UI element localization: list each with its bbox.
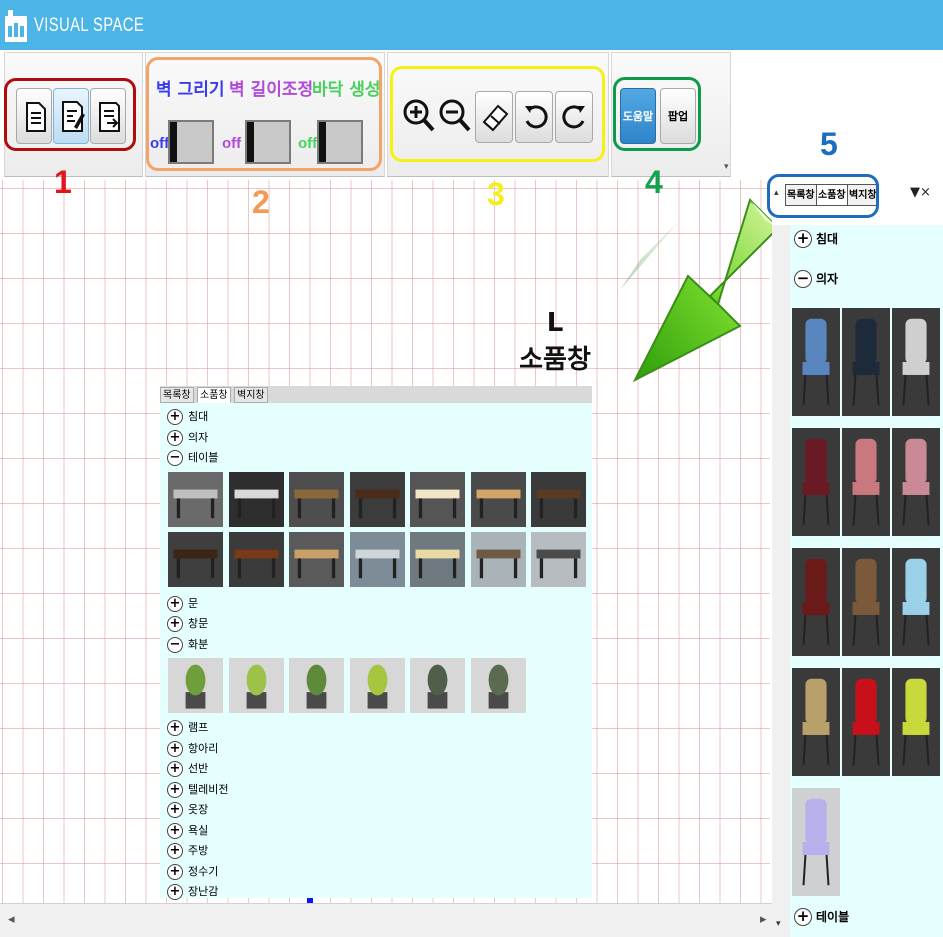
callout-letter: L — [546, 308, 564, 338]
category-label: 항아리 — [188, 741, 219, 755]
expand-icon[interactable]: + — [167, 720, 183, 736]
category-label: 램프 — [188, 721, 209, 734]
side-category-label: 테이블 — [816, 910, 850, 924]
expand-icon[interactable]: + — [167, 863, 183, 880]
app-title: VISUAL SPACE — [34, 15, 145, 36]
category-label: 욕실 — [188, 823, 209, 837]
tab-props[interactable]: 소품창 — [197, 387, 231, 403]
annotation-3: 3 — [487, 176, 505, 212]
pink-armchair-thumb[interactable] — [842, 428, 890, 536]
wood-folding-chair-thumb[interactable] — [792, 668, 840, 776]
chair-dining-set-thumb[interactable] — [531, 531, 586, 587]
app-logo-icon — [5, 10, 27, 42]
category-label: 장난감 — [188, 885, 219, 898]
title-bar: VISUAL SPACE — [0, 0, 943, 50]
tall-shrub-thumb[interactable] — [470, 658, 526, 713]
wood-desk-thumb[interactable] — [470, 471, 526, 527]
collapse-icon[interactable]: − — [794, 270, 812, 288]
expand-icon[interactable]: + — [167, 802, 183, 818]
side-category-label: 의자 — [816, 272, 839, 286]
red-office-chair-thumb[interactable] — [792, 428, 840, 536]
grass-vase-thumb[interactable] — [349, 658, 405, 713]
category-label: 침대 — [188, 410, 209, 423]
category-label: 테이블 — [188, 451, 219, 464]
blue-wing-chair-thumb[interactable] — [892, 548, 940, 656]
black-cube-table-thumb[interactable] — [228, 471, 284, 527]
scroll-left-icon[interactable]: ◂ — [8, 912, 15, 927]
props-side-panel: ▴ 목록창 소품창 벽지창 ▼× ▾ + 침대 − 의자 + 테이블 — [767, 174, 943, 937]
black-office-chair-thumb[interactable] — [842, 308, 890, 416]
side-scroll-down-icon[interactable]: ▾ — [776, 919, 781, 929]
ribbon-toolbar: 벽 그리기 벽 길이조정 바닥 생성 off off off 도움말 팝업 ▾ — [0, 50, 943, 180]
bench-dining-set-thumb[interactable] — [470, 531, 526, 587]
category-label: 옷장 — [188, 803, 209, 816]
brown-wood-chair-thumb[interactable] — [842, 548, 890, 656]
light-wood-table-thumb[interactable] — [410, 471, 465, 527]
expand-icon[interactable]: + — [167, 595, 183, 612]
props-panel-inset: 목록창 소품창 벽지창 + 침대 + 의자 − 테이블 + 문 + 창문 − 화분 + 램프 + 항아리 + 선반… — [160, 386, 592, 900]
side-panel-controls[interactable]: ▼× — [910, 185, 931, 200]
collapse-icon[interactable]: − — [167, 450, 183, 466]
pink-side-chair-thumb[interactable] — [892, 428, 940, 536]
glass-chair-thumb[interactable] — [892, 308, 940, 416]
expand-icon[interactable]: + — [167, 843, 183, 859]
highlight-box-3 — [390, 66, 605, 162]
collapse-icon[interactable]: − — [167, 636, 183, 653]
annotation-2: 2 — [252, 184, 270, 220]
snake-plant-thumb[interactable] — [410, 658, 465, 713]
horizontal-scrollbar[interactable]: ◂ ▸ — [0, 903, 777, 937]
category-label: 창문 — [188, 617, 209, 630]
expand-icon[interactable]: + — [167, 781, 183, 798]
callout-title: 소품창 — [519, 345, 591, 375]
round-bar-table-thumb[interactable] — [168, 531, 223, 587]
category-label: 정수기 — [188, 864, 219, 878]
expand-icon[interactable]: + — [167, 761, 183, 777]
expand-icon[interactable]: + — [167, 822, 183, 839]
dark-wood-table-thumb[interactable] — [531, 471, 586, 527]
side-scrollbar[interactable]: ▾ — [772, 225, 790, 937]
category-label: 주방 — [188, 844, 209, 857]
tab-wallpaper[interactable]: 벽지창 — [234, 387, 268, 403]
blue-cushion-chair-thumb[interactable] — [792, 308, 840, 416]
expand-icon[interactable]: + — [167, 616, 183, 632]
expand-icon[interactable]: + — [794, 230, 812, 248]
round-glass-table-thumb[interactable] — [168, 471, 223, 527]
expand-icon[interactable]: + — [167, 740, 183, 757]
low-coffee-table-thumb[interactable] — [289, 471, 344, 527]
dining-set-white-thumb[interactable] — [410, 531, 465, 587]
tab-list[interactable]: 목록창 — [160, 387, 194, 403]
expand-icon[interactable]: + — [167, 409, 183, 425]
category-label: 화분 — [188, 637, 209, 651]
annotation-5: 5 — [820, 126, 838, 162]
expand-icon[interactable]: + — [794, 908, 812, 926]
inset-tab-bar: 목록창 소품창 벽지창 — [160, 386, 592, 403]
side-category-label: 침대 — [816, 232, 839, 246]
ribbon-expand-icon[interactable]: ▾ — [724, 162, 729, 172]
category-label: 문 — [188, 596, 199, 610]
annotation-4: 4 — [645, 164, 663, 200]
annotation-1: 1 — [54, 164, 72, 200]
red-wood-chair-thumb[interactable] — [792, 548, 840, 656]
shelf-table-thumb[interactable] — [289, 531, 344, 587]
blue-beanbag-thumb[interactable] — [792, 788, 840, 896]
expand-icon[interactable]: + — [167, 429, 183, 446]
category-label: 의자 — [188, 430, 209, 444]
app-window: VISUAL SPACE 벽 그리기 벽 길이조정 바닥 생성 off off … — [0, 0, 943, 937]
expand-icon[interactable]: + — [167, 884, 183, 900]
sofa-set-thumb[interactable] — [349, 531, 405, 587]
red-curvy-chair-thumb[interactable] — [842, 668, 890, 776]
round-side-table-thumb[interactable] — [228, 531, 284, 587]
scroll-right-icon[interactable]: ▸ — [760, 912, 767, 927]
highlight-box-5 — [767, 174, 879, 218]
bamboo-pot-thumb[interactable] — [228, 658, 284, 713]
yellow-sofa-thumb[interactable] — [892, 668, 940, 776]
office-desk-thumb[interactable] — [349, 471, 405, 527]
highlight-box-1 — [4, 78, 136, 151]
highlight-box-4 — [613, 77, 701, 151]
category-label: 선반 — [188, 762, 209, 775]
cactus-pot-thumb[interactable] — [168, 658, 223, 713]
category-label: 텔레비전 — [188, 782, 229, 796]
leafy-plant-pot-thumb[interactable] — [289, 658, 344, 713]
highlight-box-2 — [146, 57, 382, 171]
